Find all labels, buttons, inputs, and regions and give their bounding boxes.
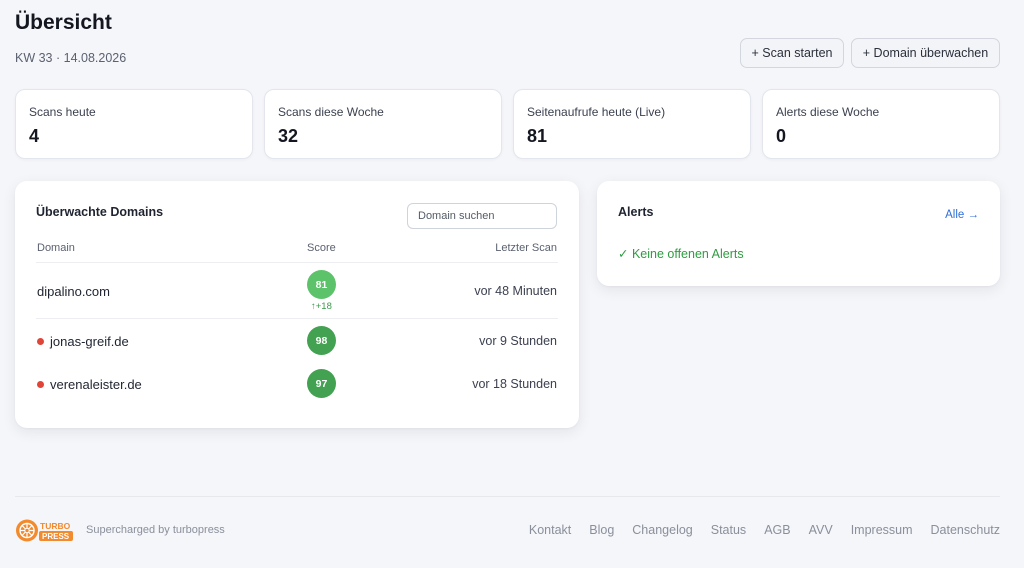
- alert-status-dot: [37, 381, 44, 388]
- stat-label: Alerts diese Woche: [776, 105, 880, 119]
- column-header-last-scan: Letzter Scan: [495, 242, 557, 254]
- alerts-panel-title: Alerts: [618, 205, 654, 219]
- stat-card-alerts-week: Alerts diese Woche 0: [762, 89, 1000, 159]
- score-badge: 98: [307, 326, 336, 355]
- footer-link-status[interactable]: Status: [711, 523, 746, 537]
- footer-link-datenschutz[interactable]: Datenschutz: [931, 523, 1000, 537]
- footer-link-impressum[interactable]: Impressum: [851, 523, 913, 537]
- domain-name[interactable]: jonas-greif.de: [50, 334, 129, 349]
- score-delta: ↑+18: [311, 301, 332, 312]
- last-scan-time: vor 9 Stunden: [479, 334, 557, 348]
- domains-panel-title: Überwachte Domains: [36, 205, 164, 219]
- last-scan-time: vor 48 Minuten: [474, 284, 557, 298]
- stat-card-pageviews-live: Seitenaufrufe heute (Live) 81: [513, 89, 751, 159]
- footer-link-changelog[interactable]: Changelog: [632, 523, 692, 537]
- divider: [36, 318, 558, 319]
- add-domain-button[interactable]: + Domain überwachen: [851, 38, 1000, 68]
- domain-row-jonas-greif[interactable]: jonas-greif.de 98 vor 9 Stunden: [15, 321, 579, 361]
- domain-name[interactable]: dipalino.com: [37, 284, 110, 299]
- turbopress-logo[interactable]: TURBO PRESS: [15, 517, 77, 544]
- footer-tagline: Supercharged by turbopress: [86, 524, 225, 536]
- footer-links: Kontakt Blog Changelog Status AGB AVV Im…: [529, 523, 1000, 537]
- domain-row-dipalino[interactable]: dipalino.com 81 ↑+18 vor 48 Minuten: [15, 263, 579, 312]
- footer-link-avv[interactable]: AVV: [809, 523, 833, 537]
- start-scan-button[interactable]: + Scan starten: [740, 38, 844, 68]
- stat-value: 32: [278, 126, 299, 146]
- stat-label: Scans diese Woche: [278, 105, 384, 119]
- page-title: Übersicht: [15, 11, 112, 34]
- footer-link-kontakt[interactable]: Kontakt: [529, 523, 571, 537]
- column-header-score: Score: [307, 242, 336, 254]
- footer-link-blog[interactable]: Blog: [589, 523, 614, 537]
- logo-text-top: TURBO: [40, 521, 71, 531]
- no-alerts-message: ✓ Keine offenen Alerts: [618, 247, 744, 261]
- monitored-domains-panel: Überwachte Domains Domain Score Letzter …: [15, 181, 579, 428]
- score-badge: 81: [307, 270, 336, 299]
- stat-label: Seitenaufrufe heute (Live): [527, 105, 666, 119]
- column-header-domain: Domain: [37, 242, 75, 254]
- stat-label: Scans heute: [29, 105, 96, 119]
- stat-card-scans-week: Scans diese Woche 32: [264, 89, 502, 159]
- score-badge: 97: [307, 369, 336, 398]
- page-subtitle: KW 33 · 14.08.2026: [15, 51, 127, 65]
- domain-name[interactable]: verenaleister.de: [50, 377, 142, 392]
- footer-link-agb[interactable]: AGB: [764, 523, 790, 537]
- logo-text-bottom: PRESS: [42, 532, 70, 541]
- footer-divider: [15, 496, 1000, 497]
- stat-value: 0: [776, 126, 787, 146]
- stat-card-scans-today: Scans heute 4: [15, 89, 253, 159]
- alert-status-dot: [37, 338, 44, 345]
- stat-value: 4: [29, 126, 40, 146]
- domain-row-verenaleister[interactable]: verenaleister.de 97 vor 18 Stunden: [15, 364, 579, 404]
- domain-search-input[interactable]: [407, 203, 557, 229]
- last-scan-time: vor 18 Stunden: [472, 377, 557, 391]
- stat-value: 81: [527, 126, 548, 146]
- view-all-alerts-link[interactable]: Alle →: [945, 209, 979, 221]
- alerts-panel: Alerts Alle → ✓ Keine offenen Alerts: [597, 181, 1000, 286]
